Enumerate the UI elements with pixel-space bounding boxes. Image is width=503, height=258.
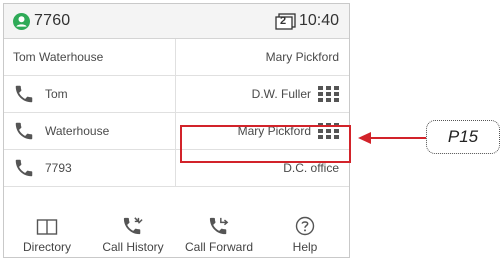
call-forward-icon	[209, 217, 229, 235]
status-right: 2 10:40	[275, 12, 339, 30]
dsskey-label: D.W. Fuller	[251, 87, 311, 101]
dsskey-left-4[interactable]: 7793	[4, 150, 176, 186]
softkey-label: Call History	[102, 240, 164, 254]
phone-icon	[15, 159, 33, 177]
book-icon	[36, 219, 58, 235]
softkey-call-history[interactable]: Call History	[90, 211, 176, 257]
softkey-bar: Directory Call History Call Forward Help	[4, 211, 349, 257]
dsskey-row: Tom D.W. Fuller	[4, 76, 349, 113]
dsskey-label: Tom	[45, 87, 68, 101]
arrow-left-icon	[358, 132, 426, 144]
dsskey-label: 7793	[45, 161, 72, 175]
dsskey-label: Tom Waterhouse	[13, 50, 104, 64]
softkey-label: Directory	[22, 240, 71, 254]
callout-label: P15	[426, 120, 500, 154]
call-history-icon	[123, 217, 143, 235]
phone-screen: 7760 2 10:40 Tom Waterhouse Mary Pickfor…	[3, 3, 351, 258]
highlight-box	[180, 125, 351, 163]
dsskey-right-1[interactable]: Mary Pickford	[176, 39, 348, 75]
dsskey-left-3[interactable]: Waterhouse	[4, 113, 176, 149]
softkey-label: Call Forward	[184, 240, 253, 254]
line-count-icon: 2	[275, 12, 297, 30]
clock-time: 10:40	[298, 12, 339, 29]
softkey-call-forward[interactable]: Call Forward	[176, 211, 262, 257]
account-indicator: 7760	[13, 12, 70, 30]
account-icon	[13, 12, 30, 30]
softkey-label: Help	[292, 240, 318, 254]
phone-icon	[15, 85, 33, 103]
dsskey-row: Tom Waterhouse Mary Pickford	[4, 39, 349, 76]
status-bar: 7760 2 10:40	[4, 4, 349, 39]
callout-text: P15	[447, 127, 479, 146]
extension-number: 7760	[34, 12, 71, 29]
line-count: 2	[279, 14, 287, 27]
softkey-directory[interactable]: Directory	[4, 211, 90, 257]
phone-icon	[15, 122, 33, 140]
help-icon	[295, 216, 315, 236]
dialpad-icon	[318, 86, 339, 102]
dsskey-left-1[interactable]: Tom Waterhouse	[4, 39, 176, 75]
dsskey-label: Mary Pickford	[265, 50, 339, 64]
dsskey-grid: Tom Waterhouse Mary Pickford Tom D.W. Fu…	[4, 39, 349, 187]
dsskey-left-2[interactable]: Tom	[4, 76, 176, 112]
dsskey-label: D.C. office	[283, 161, 339, 175]
dsskey-right-2[interactable]: D.W. Fuller	[176, 76, 348, 112]
dsskey-label: Waterhouse	[45, 124, 110, 138]
softkey-help[interactable]: Help	[262, 211, 348, 257]
